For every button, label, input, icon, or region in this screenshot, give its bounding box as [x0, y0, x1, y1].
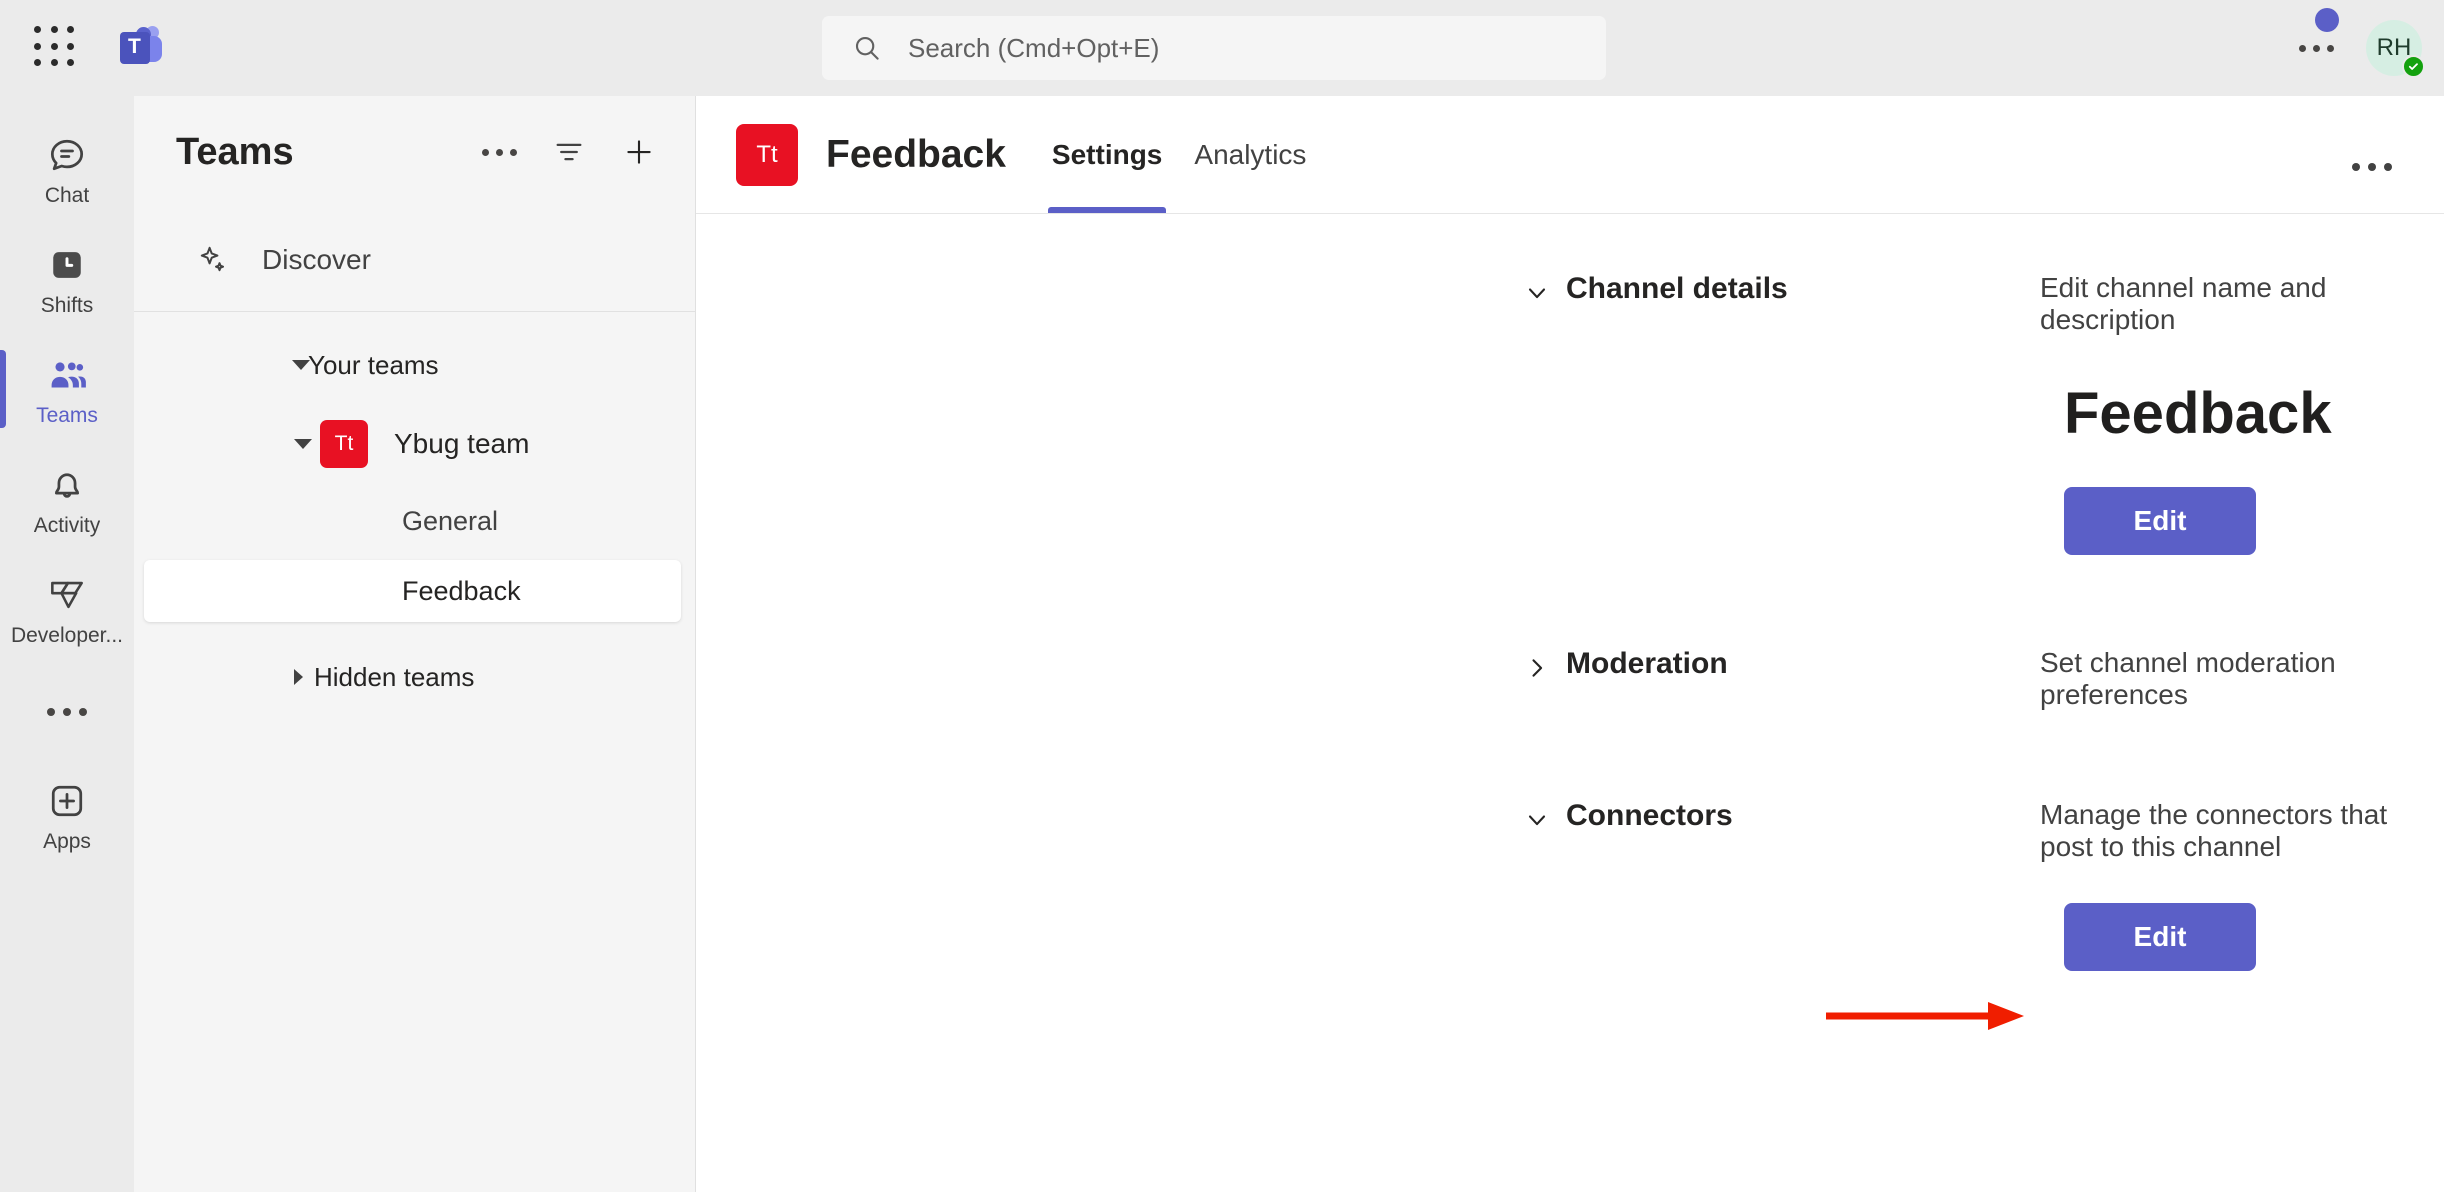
section-description: Set channel moderation preferences — [2040, 647, 2336, 710]
search-icon — [855, 36, 879, 60]
settings-more-icon[interactable] — [2285, 31, 2348, 66]
page-title: Teams — [176, 130, 294, 173]
shifts-icon — [43, 241, 91, 289]
teams-more-options-icon[interactable] — [471, 124, 527, 180]
search-input[interactable]: Search (Cmd+Opt+E) — [822, 16, 1606, 80]
filter-icon[interactable] — [541, 124, 597, 180]
section-description: Edit channel name and description — [2040, 272, 2327, 335]
app-body: Chat Shifts Teams Activity Developer... … — [0, 96, 2444, 1192]
sidebar-item-activity[interactable]: Activity — [0, 444, 134, 554]
teams-logo-letter: T — [128, 35, 141, 58]
avatar[interactable]: RH — [2366, 20, 2425, 78]
developer-portal-icon — [43, 571, 91, 619]
app-grid-icon[interactable] — [34, 26, 78, 70]
notification-dot — [2315, 8, 2339, 32]
section-description: Manage the connectors that post to this … — [2040, 799, 2388, 862]
main-content: Tt Feedback Settings Analytics Channel d… — [696, 96, 2444, 1192]
chevron-down-icon — [294, 439, 312, 449]
channel-header: Tt Feedback Settings Analytics — [696, 96, 2444, 214]
sidebar-item-label: Chat — [44, 183, 90, 207]
channel-header-inner: Tt Feedback Settings Analytics — [736, 96, 2336, 213]
chat-icon — [43, 131, 91, 179]
channel-details-edit-button[interactable]: Edit — [2064, 487, 2256, 555]
status-badge — [2402, 55, 2425, 78]
sidebar-item-apps[interactable]: Apps — [0, 760, 134, 870]
tab-settings[interactable]: Settings — [1036, 96, 1178, 213]
team-name: Ybug team — [394, 428, 530, 459]
channel-item-feedback[interactable]: Feedback — [144, 560, 681, 622]
channel-item-general[interactable]: General — [144, 490, 681, 552]
chevron-down-icon[interactable] — [1520, 276, 1554, 310]
top-bar-right-group: RH — [2285, 0, 2425, 96]
channel-team-avatar: Tt — [736, 123, 798, 186]
sidebar-item-label: Teams — [36, 403, 98, 427]
chevron-right-icon[interactable] — [1520, 651, 1554, 685]
bell-icon — [43, 461, 91, 509]
teams-app-window: T Search (Cmd+Opt+E) RH Chat Shifts Team… — [0, 0, 2444, 1192]
tab-analytics[interactable]: Analytics — [1178, 96, 1322, 213]
sidebar-item-label: Activity — [33, 513, 101, 537]
channel-more-options-icon[interactable] — [2336, 147, 2408, 187]
sidebar-item-label: Shifts — [40, 293, 94, 317]
section-channel-details: Channel details Edit channel name and de… — [696, 272, 2444, 336]
channel-tabs: Settings Analytics — [1036, 96, 1323, 213]
sparkle-icon — [200, 246, 225, 271]
channel-settings-list: Channel details Edit channel name and de… — [696, 214, 2444, 1192]
channel-name-value: Feedback — [2064, 381, 2332, 446]
discover-label: Discover — [262, 243, 371, 275]
teams-panel-header: Teams — [134, 96, 695, 208]
hidden-teams-header[interactable]: Hidden teams — [134, 648, 695, 706]
section-title: Connectors — [1566, 799, 1733, 832]
chevron-right-icon — [294, 669, 303, 685]
sidebar-item-label: Developer... — [10, 623, 124, 647]
teams-icon — [43, 351, 91, 399]
hidden-teams-label: Hidden teams — [314, 661, 475, 692]
chevron-down-icon — [292, 360, 310, 370]
connectors-edit-button[interactable]: Edit — [2064, 903, 2256, 971]
apps-plus-icon — [43, 777, 91, 825]
annotation-arrow — [1824, 994, 2040, 1038]
check-icon — [2408, 63, 2418, 70]
sidebar-item-developer-portal[interactable]: Developer... — [0, 554, 134, 664]
teams-tree: Your teams Tt Ybug team General Feedback… — [134, 312, 695, 706]
chevron-down-icon[interactable] — [1520, 803, 1554, 837]
sidebar-item-chat[interactable]: Chat — [0, 114, 134, 224]
discover-button[interactable]: Discover — [134, 208, 695, 312]
teams-panel: Teams Discover Your teams Tt Ybug team G… — [134, 96, 696, 1192]
section-connectors: Connectors Manage the connectors that po… — [696, 799, 2444, 863]
section-connectors-body: Edit — [696, 903, 2444, 971]
sidebar-item-shifts[interactable]: Shifts — [0, 224, 134, 334]
left-rail: Chat Shifts Teams Activity Developer... … — [0, 96, 134, 1192]
section-moderation: Moderation Set channel moderation prefer… — [696, 647, 2444, 711]
section-title: Moderation — [1566, 647, 1728, 680]
join-or-create-team-icon[interactable] — [611, 124, 667, 180]
search-bar-container: Search (Cmd+Opt+E) — [822, 16, 1606, 80]
your-teams-label: Your teams — [308, 349, 439, 380]
team-avatar: Tt — [320, 420, 368, 468]
search-placeholder: Search (Cmd+Opt+E) — [908, 32, 1160, 63]
microsoft-teams-logo[interactable]: T — [120, 25, 166, 71]
more-apps-icon[interactable] — [0, 664, 134, 760]
section-channel-details-body: Feedback Edit — [696, 380, 2444, 555]
channel-label: General — [402, 505, 499, 536]
teams-panel-actions — [471, 124, 667, 180]
your-teams-header[interactable]: Your teams — [134, 336, 695, 394]
team-item-ybug-team[interactable]: Tt Ybug team — [134, 406, 695, 482]
sidebar-item-label: Apps — [43, 829, 91, 853]
top-bar: T Search (Cmd+Opt+E) RH — [0, 0, 2444, 96]
sidebar-item-teams[interactable]: Teams — [0, 334, 134, 444]
channel-label: Feedback — [402, 575, 521, 606]
section-title: Channel details — [1566, 272, 1788, 305]
channel-title: Feedback — [826, 132, 1006, 176]
teams-logo-square: T — [120, 32, 150, 64]
